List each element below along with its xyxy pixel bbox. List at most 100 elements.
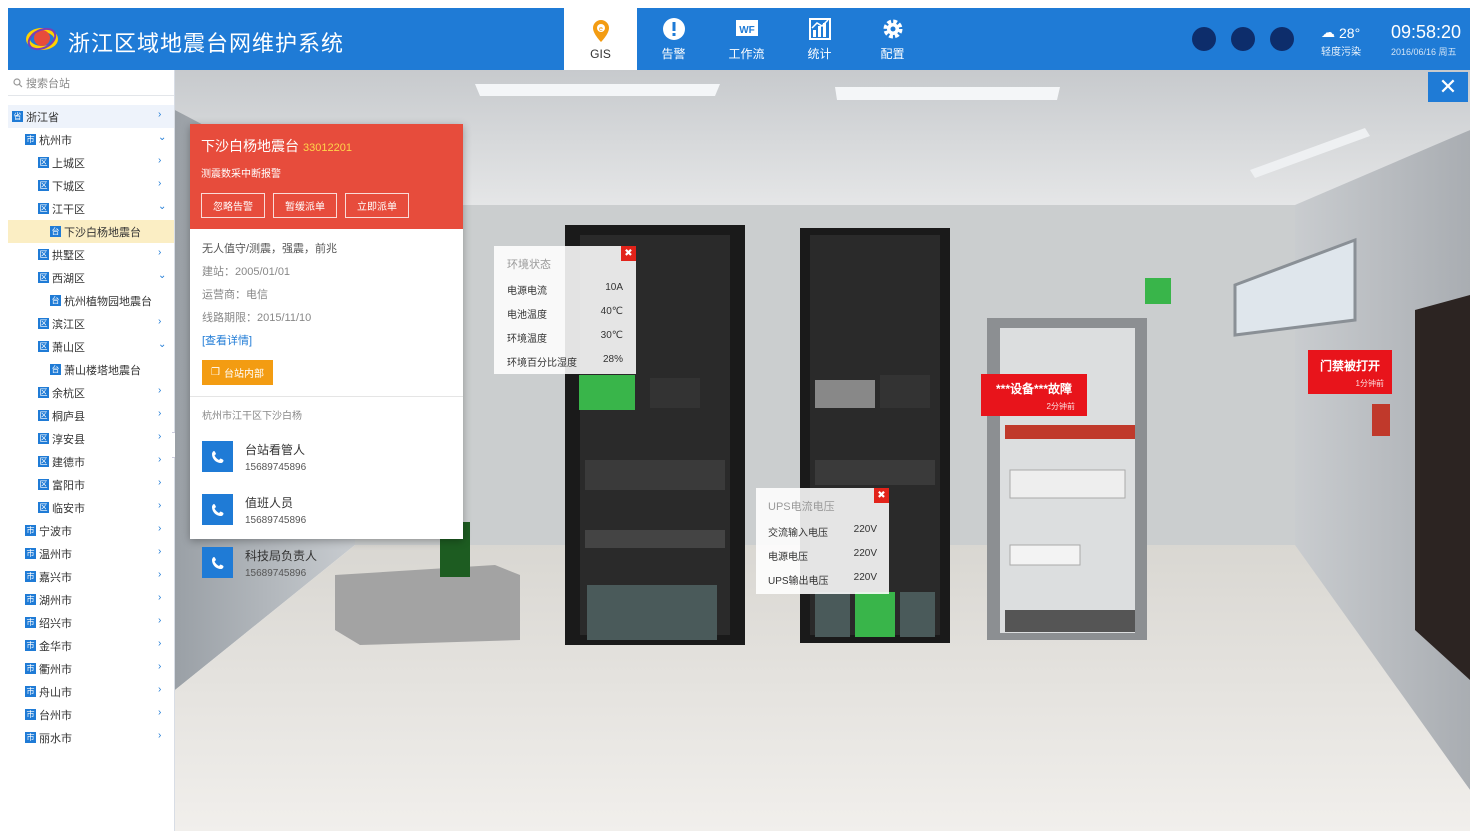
close-ups-popup-button[interactable]: ✖ <box>874 488 889 503</box>
station-alert-header: 下沙白杨地震台 33012201 测震数采中断报警 忽略告警 暂缓派单 立即派单 <box>190 124 463 229</box>
station-search[interactable]: 搜索台站 <box>8 70 174 96</box>
station-inside-label: 台站内部 <box>223 369 264 380</box>
tree-item[interactable]: 台杭州植物园地震台 <box>8 289 174 312</box>
tree-item[interactable]: 市宁波市 › <box>8 519 174 542</box>
chevron-right-icon[interactable]: › <box>158 570 168 580</box>
chevron-right-icon[interactable]: › <box>158 708 168 718</box>
chevron-right-icon[interactable]: › <box>158 386 168 396</box>
chevron-right-icon[interactable]: › <box>158 248 168 258</box>
tree-item-label: 浙江省 <box>26 111 59 124</box>
chevron-down-icon[interactable]: ⌄ <box>158 202 168 212</box>
phone-icon[interactable] <box>202 494 233 525</box>
tree-item[interactable]: 区萧山区 ⌄ <box>8 335 174 358</box>
phone-icon[interactable] <box>202 547 233 578</box>
env-label: 环境温度 <box>507 334 547 345</box>
ignore-alarm-button[interactable]: 忽略告警 <box>201 193 265 218</box>
chevron-right-icon[interactable]: › <box>158 662 168 672</box>
tree-item[interactable]: 市湖州市 › <box>8 588 174 611</box>
chevron-right-icon[interactable]: › <box>158 547 168 557</box>
close-env-popup-button[interactable]: ✖ <box>621 246 636 261</box>
tree-item[interactable]: 区西湖区 ⌄ <box>8 266 174 289</box>
nav-workflow[interactable]: WF 工作流 <box>710 8 783 70</box>
weather-temp: 28° <box>1339 24 1361 41</box>
message-icon[interactable] <box>1231 27 1255 51</box>
chevron-right-icon[interactable]: › <box>158 524 168 534</box>
tree-item[interactable]: 区上城区 › <box>8 151 174 174</box>
chevron-right-icon[interactable]: › <box>158 501 168 511</box>
region-tree: 省浙江省 › 市杭州市 ⌄ 区上城区 › 区下城区 › 区江干区 ⌄ 台下沙白杨地震台区拱墅区 › 区西… <box>8 105 174 749</box>
tree-badge: 区 <box>38 433 49 444</box>
environment-status-popup: ✖ 环境状态 电源电流 10A 电池温度 40℃ 环境温度 30℃ 环境百分比湿度 28… <box>494 246 636 374</box>
ups-value: 220V <box>853 548 877 559</box>
tree-item[interactable]: 区滨江区 › <box>8 312 174 335</box>
tree-item-label: 下沙白杨地震台 <box>64 226 141 239</box>
chevron-right-icon[interactable]: › <box>158 478 168 488</box>
env-value: 10A <box>605 282 623 293</box>
tree-item[interactable]: 市丽水市 › <box>8 726 174 749</box>
tree-item[interactable]: 台萧山楼塔地震台 <box>8 358 174 381</box>
tree-badge: 市 <box>25 571 36 582</box>
tree-item[interactable]: 市舟山市 › <box>8 680 174 703</box>
tree-badge: 区 <box>38 272 49 283</box>
tree-item[interactable]: 台下沙白杨地震台 <box>8 220 174 243</box>
tree-item[interactable]: 区余杭区 › <box>8 381 174 404</box>
tree-item-label: 拱墅区 <box>52 249 85 262</box>
tree-item[interactable]: 区拱墅区 › <box>8 243 174 266</box>
tree-item[interactable]: 区桐庐县 › <box>8 404 174 427</box>
chevron-right-icon[interactable]: › <box>158 455 168 465</box>
tree-item[interactable]: 区淳安县 › <box>8 427 174 450</box>
nav-config[interactable]: 配置 <box>856 8 929 70</box>
tree-item[interactable]: 区江干区 ⌄ <box>8 197 174 220</box>
nav-gis[interactable]: e GIS <box>564 8 637 70</box>
chevron-right-icon[interactable]: › <box>158 317 168 327</box>
chevron-right-icon[interactable]: › <box>158 731 168 741</box>
chevron-down-icon[interactable]: ⌄ <box>158 271 168 281</box>
chevron-right-icon[interactable]: › <box>158 685 168 695</box>
tree-item[interactable]: 区下城区 › <box>8 174 174 197</box>
tree-item-label: 衢州市 <box>39 663 72 676</box>
user-icon[interactable] <box>1270 27 1294 51</box>
tree-item[interactable]: 市衢州市 › <box>8 657 174 680</box>
station-line-term: 线路期限：2015/11/10 <box>202 312 312 324</box>
tree-item[interactable]: 省浙江省 › <box>8 105 174 128</box>
door-open-tag[interactable]: 门禁被打开 1分钟前 <box>1308 350 1392 394</box>
defer-dispatch-button[interactable]: 暂缓派单 <box>273 193 337 218</box>
dispatch-now-button[interactable]: 立即派单 <box>345 193 409 218</box>
chevron-right-icon[interactable]: › <box>158 616 168 626</box>
nav-alerts-label: 告警 <box>661 47 686 61</box>
chevron-right-icon[interactable]: › <box>158 409 168 419</box>
tree-item[interactable]: 区临安市 › <box>8 496 174 519</box>
chevron-down-icon[interactable]: ⌄ <box>158 133 168 143</box>
device-fault-tag[interactable]: ***设备***故障 2分钟前 <box>981 374 1087 416</box>
nav-statistics[interactable]: 统计 <box>783 8 856 70</box>
phone-icon[interactable] <box>202 441 233 472</box>
chevron-right-icon[interactable]: › <box>158 593 168 603</box>
tree-item[interactable]: 市绍兴市 › <box>8 611 174 634</box>
close-scene-button[interactable]: ✕ <box>1428 72 1468 102</box>
env-value: 40℃ <box>600 306 623 317</box>
tree-item-label: 建德市 <box>52 456 85 469</box>
tree-badge: 区 <box>38 203 49 214</box>
tree-item-label: 江干区 <box>52 203 85 216</box>
chevron-right-icon[interactable]: › <box>158 639 168 649</box>
notification-icon[interactable] <box>1192 27 1216 51</box>
tree-item[interactable]: 市温州市 › <box>8 542 174 565</box>
tree-item[interactable]: 区富阳市 › <box>8 473 174 496</box>
chevron-right-icon[interactable]: › <box>158 179 168 189</box>
chevron-right-icon[interactable]: › <box>158 156 168 166</box>
nav-alerts[interactable]: 告警 <box>637 8 710 70</box>
contact-item: 科技局负责人 15689745896 <box>202 536 331 589</box>
tree-item[interactable]: 市杭州市 ⌄ <box>8 128 174 151</box>
chevron-right-icon[interactable]: › <box>158 432 168 442</box>
chevron-down-icon[interactable]: ⌄ <box>158 340 168 350</box>
tree-item[interactable]: 区建德市 › <box>8 450 174 473</box>
tree-item[interactable]: 市台州市 › <box>8 703 174 726</box>
tree-item-label: 上城区 <box>52 157 85 170</box>
chevron-right-icon[interactable]: › <box>158 110 168 120</box>
view-details-link[interactable]: [查看详情] <box>202 335 252 347</box>
station-built-date: 建站：2005/01/01 <box>202 266 291 278</box>
tree-item[interactable]: 市金华市 › <box>8 634 174 657</box>
tree-item[interactable]: 市嘉兴市 › <box>8 565 174 588</box>
tree-badge: 区 <box>38 387 49 398</box>
station-inside-button[interactable]: ❒ 台站内部 <box>202 360 273 385</box>
